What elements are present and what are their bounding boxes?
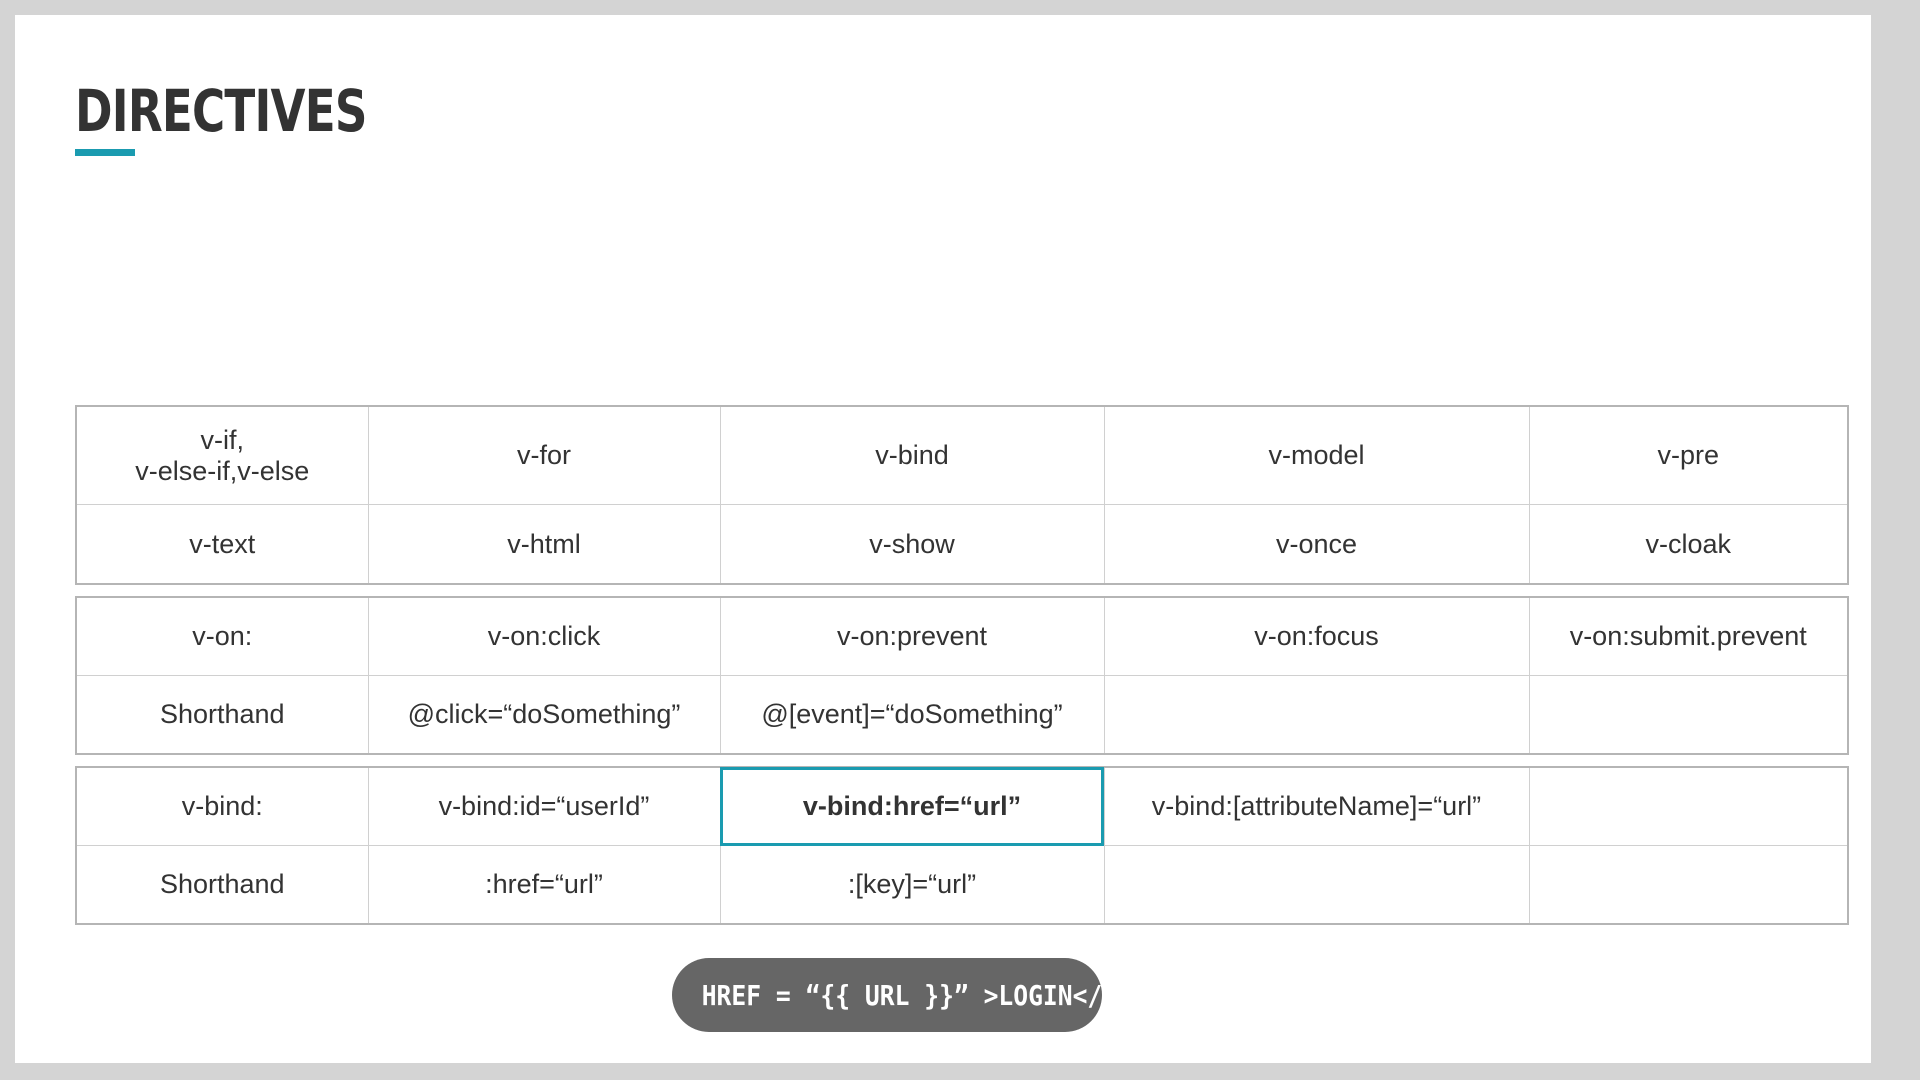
bind-directives-table: v-bind: v-bind:id=“userId” v-bind:href=“…: [75, 766, 1849, 925]
table-cell: v-bind: [719, 405, 1105, 505]
table-cell: [1528, 766, 1849, 846]
table-cell: v-bind:id=“userId”: [367, 766, 721, 846]
table-cell: v-pre: [1528, 405, 1849, 505]
table-cell: [1528, 675, 1849, 755]
event-directives-table: v-on: v-on:click v-on:prevent v-on:focus…: [75, 596, 1849, 755]
table-cell: v-html: [367, 504, 721, 585]
code-example-text: <A HREF = “{{ URL }}” >LOGIN</A/: [642, 978, 1132, 1012]
table-cell: @[event]=“doSomething”: [719, 675, 1105, 755]
table-cell: v-on:click: [367, 596, 721, 676]
title-underline: [75, 149, 135, 156]
table-cell: v-on:prevent: [719, 596, 1105, 676]
table-row: v-text v-html v-show v-once v-cloak: [75, 504, 1849, 585]
table-row: v-on: v-on:click v-on:prevent v-on:focus…: [75, 596, 1849, 676]
table-cell: [1528, 845, 1849, 925]
table-cell: v-text: [75, 504, 369, 585]
table-cell: v-on:submit.prevent: [1528, 596, 1849, 676]
table-cell: v-if, v-else-if,v-else: [75, 405, 369, 505]
directives-table: v-if, v-else-if,v-else v-for v-bind v-mod…: [75, 405, 1849, 585]
cell-line: v-if,: [200, 424, 245, 455]
code-example-pill: <A HREF = “{{ URL }}” >LOGIN</A/: [642, 958, 1132, 1032]
cell-line: v-else-if,v-else: [135, 455, 310, 486]
table-cell: v-show: [719, 504, 1105, 585]
table-cell: :[key]=“url”: [719, 845, 1105, 925]
table-cell: :href=“url”: [367, 845, 721, 925]
table-cell: @click=“doSomething”: [367, 675, 721, 755]
table-row: Shorthand :href=“url” :[key]=“url”: [75, 845, 1849, 925]
table-row: v-bind: v-bind:id=“userId” v-bind:href=“…: [75, 766, 1849, 846]
table-cell: v-model: [1103, 405, 1530, 505]
table-cell: v-for: [367, 405, 721, 505]
table-cell: Shorthand: [75, 845, 369, 925]
highlighted-cell: v-bind:href=“url”: [719, 766, 1105, 846]
table-cell: v-bind:: [75, 766, 369, 846]
table-cell: Shorthand: [75, 675, 369, 755]
table-cell: v-once: [1103, 504, 1530, 585]
table-row: Shorthand @click=“doSomething” @[event]=…: [75, 675, 1849, 755]
table-row: v-if, v-else-if,v-else v-for v-bind v-mod…: [75, 405, 1849, 505]
table-cell: [1103, 845, 1530, 925]
table-cell: v-on:: [75, 596, 369, 676]
table-cell: [1103, 675, 1530, 755]
table-cell: v-cloak: [1528, 504, 1849, 585]
slide-title: DIRECTIVES: [75, 77, 368, 145]
slide: DIRECTIVES v-if, v-else-if,v-else v-for v…: [15, 15, 1871, 1063]
table-cell: v-on:focus: [1103, 596, 1530, 676]
table-cell: v-bind:[attributeName]=“url”: [1103, 766, 1530, 846]
